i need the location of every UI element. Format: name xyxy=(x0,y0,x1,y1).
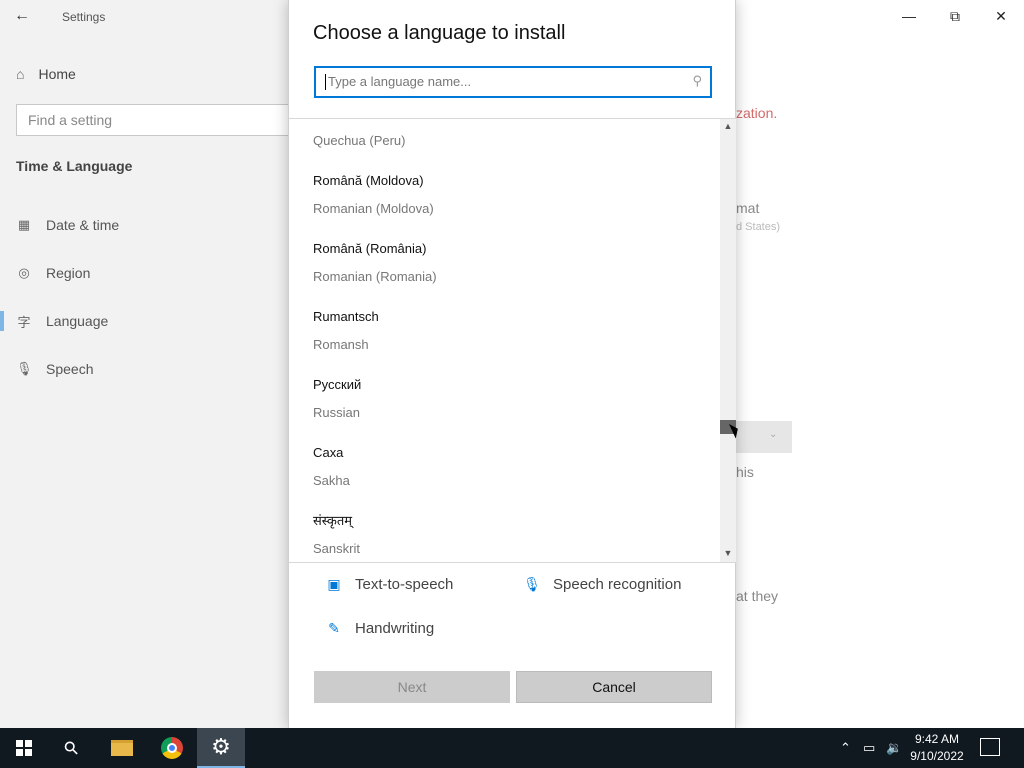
microphone-icon: 🎙 xyxy=(16,361,33,376)
cancel-button[interactable]: Cancel xyxy=(516,671,712,703)
start-button[interactable] xyxy=(0,728,48,768)
language-native-name[interactable]: Română (Moldova) xyxy=(313,173,424,188)
gear-icon: ⚙ xyxy=(211,734,231,759)
language-english-name[interactable]: Sanskrit xyxy=(313,541,360,556)
settings-taskbar-button[interactable]: ⚙ xyxy=(197,728,245,768)
language-native-name[interactable]: Русский xyxy=(313,377,361,392)
language-native-name[interactable]: Rumantsch xyxy=(313,309,379,324)
feature-handwriting: ✎ Handwriting xyxy=(325,620,434,637)
language-list[interactable]: Quechua (Peru) Română (Moldova) Romanian… xyxy=(289,119,720,562)
close-button[interactable]: ✕ xyxy=(989,6,1013,26)
nav-home[interactable]: ⌂ Home xyxy=(16,64,76,84)
next-button[interactable]: Next xyxy=(314,671,510,703)
scroll-up-icon[interactable]: ▲ xyxy=(720,119,736,133)
chrome-icon xyxy=(161,737,183,759)
globe-icon: ◎ xyxy=(18,265,30,280)
partial-that-they-text: at they xyxy=(736,588,779,604)
clock-time: 9:42 AM xyxy=(914,732,960,746)
sidebar-item-label: Date & time xyxy=(46,217,120,233)
chevron-down-icon: ⌄ xyxy=(769,429,778,440)
active-indicator xyxy=(0,311,4,331)
taskbar-clock[interactable]: 9:42 AM 9/10/2022 xyxy=(905,731,969,765)
language-native-name[interactable]: Română (România) xyxy=(313,241,426,256)
sidebar-item-region[interactable]: ◎ Region xyxy=(16,263,90,283)
partial-format-text: mat xyxy=(736,200,760,216)
text-caret xyxy=(325,74,326,90)
windows-logo-icon xyxy=(16,740,32,756)
feature-label: Handwriting xyxy=(355,620,435,637)
section-title: Time & Language xyxy=(16,158,133,174)
notification-icon[interactable] xyxy=(980,738,1000,756)
background-dropdown[interactable]: ⌄ xyxy=(735,421,792,453)
text-to-speech-icon: ▣ xyxy=(327,576,341,592)
volume-icon[interactable]: 🔉 xyxy=(886,740,902,756)
partial-this-text: his xyxy=(736,464,754,480)
chevron-up-icon[interactable]: ⌃ xyxy=(840,740,851,756)
feature-speech-recognition: 🎙 Speech recognition xyxy=(523,576,681,593)
language-native-name[interactable]: Саха xyxy=(313,445,343,460)
settings-search-input[interactable]: Find a setting xyxy=(16,104,306,136)
restore-button[interactable]: ⧉ xyxy=(943,6,967,26)
settings-search-placeholder: Find a setting xyxy=(28,112,113,128)
network-icon[interactable]: ▭ xyxy=(863,740,875,756)
chrome-button[interactable] xyxy=(148,728,196,768)
nav-home-label: Home xyxy=(38,66,76,82)
language-icon: 字 xyxy=(17,314,31,330)
sidebar-item-label: Region xyxy=(46,265,91,281)
window-title: Settings xyxy=(62,10,106,24)
sidebar-item-date-time[interactable]: ▦ Date & time xyxy=(16,215,119,235)
sidebar-item-speech[interactable]: 🎙 Speech xyxy=(16,359,93,379)
handwriting-icon: ✎ xyxy=(328,620,340,636)
feature-text-to-speech: ▣ Text-to-speech xyxy=(325,576,453,593)
sidebar-item-language[interactable]: 字 Language xyxy=(16,311,108,331)
language-english-name[interactable]: Sakha xyxy=(313,473,350,488)
list-scrollbar[interactable]: ▲ ▼ xyxy=(720,119,736,562)
sidebar-item-label: Speech xyxy=(46,361,94,377)
search-icon: ⚲ xyxy=(59,735,84,760)
language-english-name[interactable]: Quechua (Peru) xyxy=(313,133,406,148)
home-icon: ⌂ xyxy=(16,66,25,82)
divider xyxy=(289,562,736,563)
taskbar-search-button[interactable]: ⚲ xyxy=(48,728,96,768)
language-search-placeholder: Type a language name... xyxy=(328,74,472,89)
calendar-clock-icon: ▦ xyxy=(17,217,31,232)
microphone-icon: 🎙 xyxy=(523,576,541,592)
feature-label: Text-to-speech xyxy=(355,576,454,593)
folder-icon xyxy=(111,740,133,756)
back-icon[interactable]: ← xyxy=(14,6,34,26)
taskbar: ⚲ ⚙ ⌃ ▭ 🔉 9:42 AM 9/10/2022 xyxy=(0,728,1024,768)
file-explorer-button[interactable] xyxy=(98,728,146,768)
choose-language-dialog: Choose a language to install Type a lang… xyxy=(288,0,736,728)
search-icon: ⚲ xyxy=(692,73,702,88)
language-native-name[interactable]: संस्कृतम् xyxy=(313,511,352,529)
partial-region-text: d States) xyxy=(736,221,781,233)
language-search-input[interactable]: Type a language name... ⚲ xyxy=(314,66,712,98)
partial-localization-text: zation. xyxy=(736,105,778,121)
scroll-down-icon[interactable]: ▼ xyxy=(720,546,736,560)
feature-label: Speech recognition xyxy=(553,576,682,593)
language-english-name[interactable]: Romanian (Romania) xyxy=(313,269,437,284)
minimize-button[interactable]: — xyxy=(897,6,921,26)
language-english-name[interactable]: Romanian (Moldova) xyxy=(313,201,434,216)
sidebar-item-label: Language xyxy=(46,313,109,329)
clock-date: 9/10/2022 xyxy=(910,749,964,763)
language-english-name[interactable]: Romansh xyxy=(313,337,369,352)
dialog-title: Choose a language to install xyxy=(313,22,566,44)
language-english-name[interactable]: Russian xyxy=(313,405,360,420)
